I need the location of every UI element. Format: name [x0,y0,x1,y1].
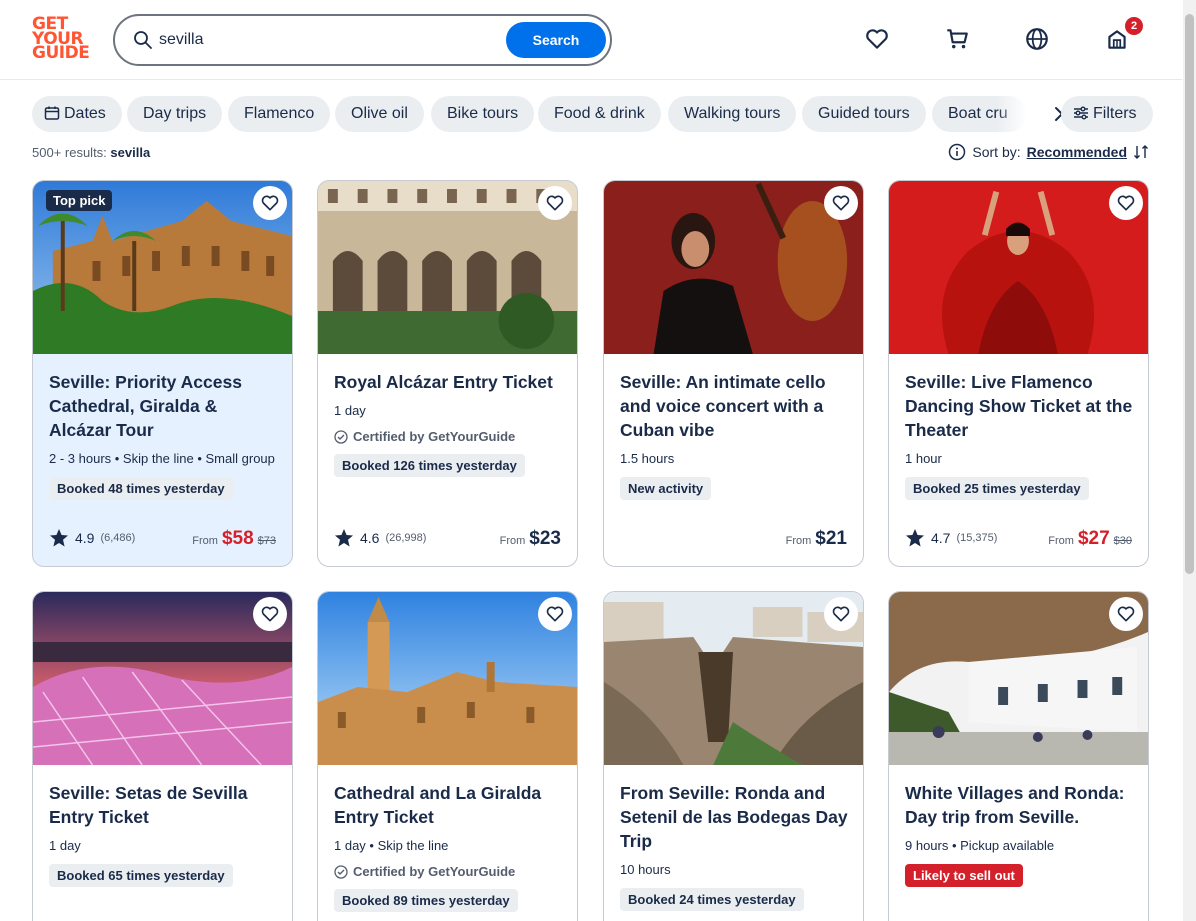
activity-meta: 1 day [334,403,366,418]
activity-title[interactable]: Seville: Priority Access Cathedral, Gira… [49,370,278,442]
wishlist-button[interactable] [1109,597,1143,631]
activity-meta: 2 - 3 hours • Skip the line • Small grou… [49,451,275,466]
activity-meta: 10 hours [620,862,671,877]
activity-meta: 1 day [49,838,81,853]
activity-title[interactable]: Cathedral and La Giralda Entry Ticket [334,781,563,829]
activity-meta: 9 hours • Pickup available [905,838,1055,853]
sort-control[interactable]: Sort by: Recommended [948,143,1149,161]
chip-fade [997,96,1027,132]
activity-card[interactable]: Cathedral and La Giralda Entry Ticket 1 … [317,591,578,921]
getyourguide-logo[interactable]: GET YOUR GUIDE [32,16,90,63]
price: From $21 [785,528,847,549]
chip-olive-oil[interactable]: Olive oil [335,96,424,132]
filter-chip-bar: Dates Day trips Flamenco Olive oil Bike … [32,96,1150,132]
certified-check-icon [334,429,348,444]
activity-title[interactable]: Seville: Live Flamenco Dancing Show Tick… [905,370,1134,442]
globe-icon[interactable] [1024,26,1050,52]
wishlist-button[interactable] [824,186,858,220]
chip-dates[interactable]: Dates [32,96,122,132]
search-icon [134,31,152,49]
activity-card[interactable]: Royal Alcázar Entry Ticket 1 day Certifi… [317,180,578,567]
activity-title[interactable]: Seville: An intimate cello and voice con… [620,370,849,442]
sliders-icon [1074,106,1088,120]
booked-badge: Booked 126 times yesterday [334,454,525,477]
heart-icon [261,195,279,211]
activity-title[interactable]: Royal Alcázar Entry Ticket [334,370,563,394]
star-icon [335,529,353,547]
chip-day-trips[interactable]: Day trips [127,96,223,132]
scrollbar-thumb[interactable] [1185,14,1194,574]
star-icon [906,529,924,547]
sort-arrows-icon [1134,145,1148,159]
search-button[interactable]: Search [506,22,606,58]
wishlist-button[interactable] [253,186,287,220]
activity-meta: 1.5 hours [620,451,675,466]
heart-icon [1117,195,1135,211]
rating: 4.7 (15,375) [905,528,997,548]
activity-card[interactable]: Seville: An intimate cello and voice con… [603,180,864,567]
heart-icon [1117,606,1135,622]
wishlist-button[interactable] [538,186,572,220]
filters-button[interactable]: Filters [1061,96,1153,132]
chip-flamenco[interactable]: Flamenco [228,96,331,132]
likely-to-sell-out-badge: Likely to sell out [905,864,1023,887]
info-icon[interactable] [948,143,966,161]
sort-label: Sort by: [972,144,1021,160]
price: From $58 $73 [192,528,276,549]
star-icon [50,529,68,547]
certified-label: Certified by GetYourGuide [334,864,563,879]
wishlist-button[interactable] [824,597,858,631]
heart-icon [832,606,850,622]
header: GET YOUR GUIDE Search 2 [0,0,1182,80]
new-activity-badge: New activity [620,477,712,500]
search-input[interactable] [159,27,499,53]
heart-icon [546,195,564,211]
sort-value[interactable]: Recommended [1027,144,1127,160]
activity-title[interactable]: Seville: Setas de Sevilla Entry Ticket [49,781,278,829]
heart-icon[interactable] [864,26,890,52]
activity-card[interactable]: Seville: Live Flamenco Dancing Show Tick… [888,180,1149,567]
activity-card[interactable]: From Seville: Ronda and Setenil de las B… [603,591,864,921]
chip-walking-tours[interactable]: Walking tours [668,96,797,132]
booked-badge: Booked 48 times yesterday [49,477,233,500]
price: From $23 [499,528,561,549]
booked-badge: Booked 25 times yesterday [905,477,1089,500]
cart-count-badge: 2 [1125,17,1143,35]
activity-card[interactable]: White Villages and Ronda: Day trip from … [888,591,1149,921]
activity-title[interactable]: From Seville: Ronda and Setenil de las B… [620,781,849,853]
activity-card[interactable]: Seville: Setas de Sevilla Entry Ticket 1… [32,591,293,921]
activity-meta: 1 hour [905,451,942,466]
calendar-icon [44,106,60,120]
scrollbar[interactable] [1183,0,1196,921]
wishlist-button[interactable] [253,597,287,631]
rating: 4.9 (6,486) [49,528,135,548]
booked-badge: Booked 89 times yesterday [334,889,518,912]
chip-food-drink[interactable]: Food & drink [538,96,661,132]
rating: 4.6 (26,998) [334,528,426,548]
booked-badge: Booked 24 times yesterday [620,888,804,911]
chip-bike-tours[interactable]: Bike tours [431,96,535,132]
price: From $27 $30 [1048,528,1132,549]
activity-meta: 1 day • Skip the line [334,838,449,853]
heart-icon [832,195,850,211]
certified-label: Certified by GetYourGuide [334,429,563,444]
certified-check-icon [334,864,348,879]
wishlist-button[interactable] [1109,186,1143,220]
chip-guided-tours[interactable]: Guided tours [802,96,926,132]
top-pick-badge: Top pick [46,190,113,211]
activity-card[interactable]: Top pick Seville: Priority Access Cathed… [32,180,293,567]
heart-icon [546,606,564,622]
heart-icon [261,606,279,622]
booked-badge: Booked 65 times yesterday [49,864,233,887]
wishlist-button[interactable] [538,597,572,631]
cart-icon[interactable] [944,26,970,52]
search-bar: Search [113,14,612,66]
activity-title[interactable]: White Villages and Ronda: Day trip from … [905,781,1134,829]
results-count: 500+ results: sevilla [32,145,151,160]
